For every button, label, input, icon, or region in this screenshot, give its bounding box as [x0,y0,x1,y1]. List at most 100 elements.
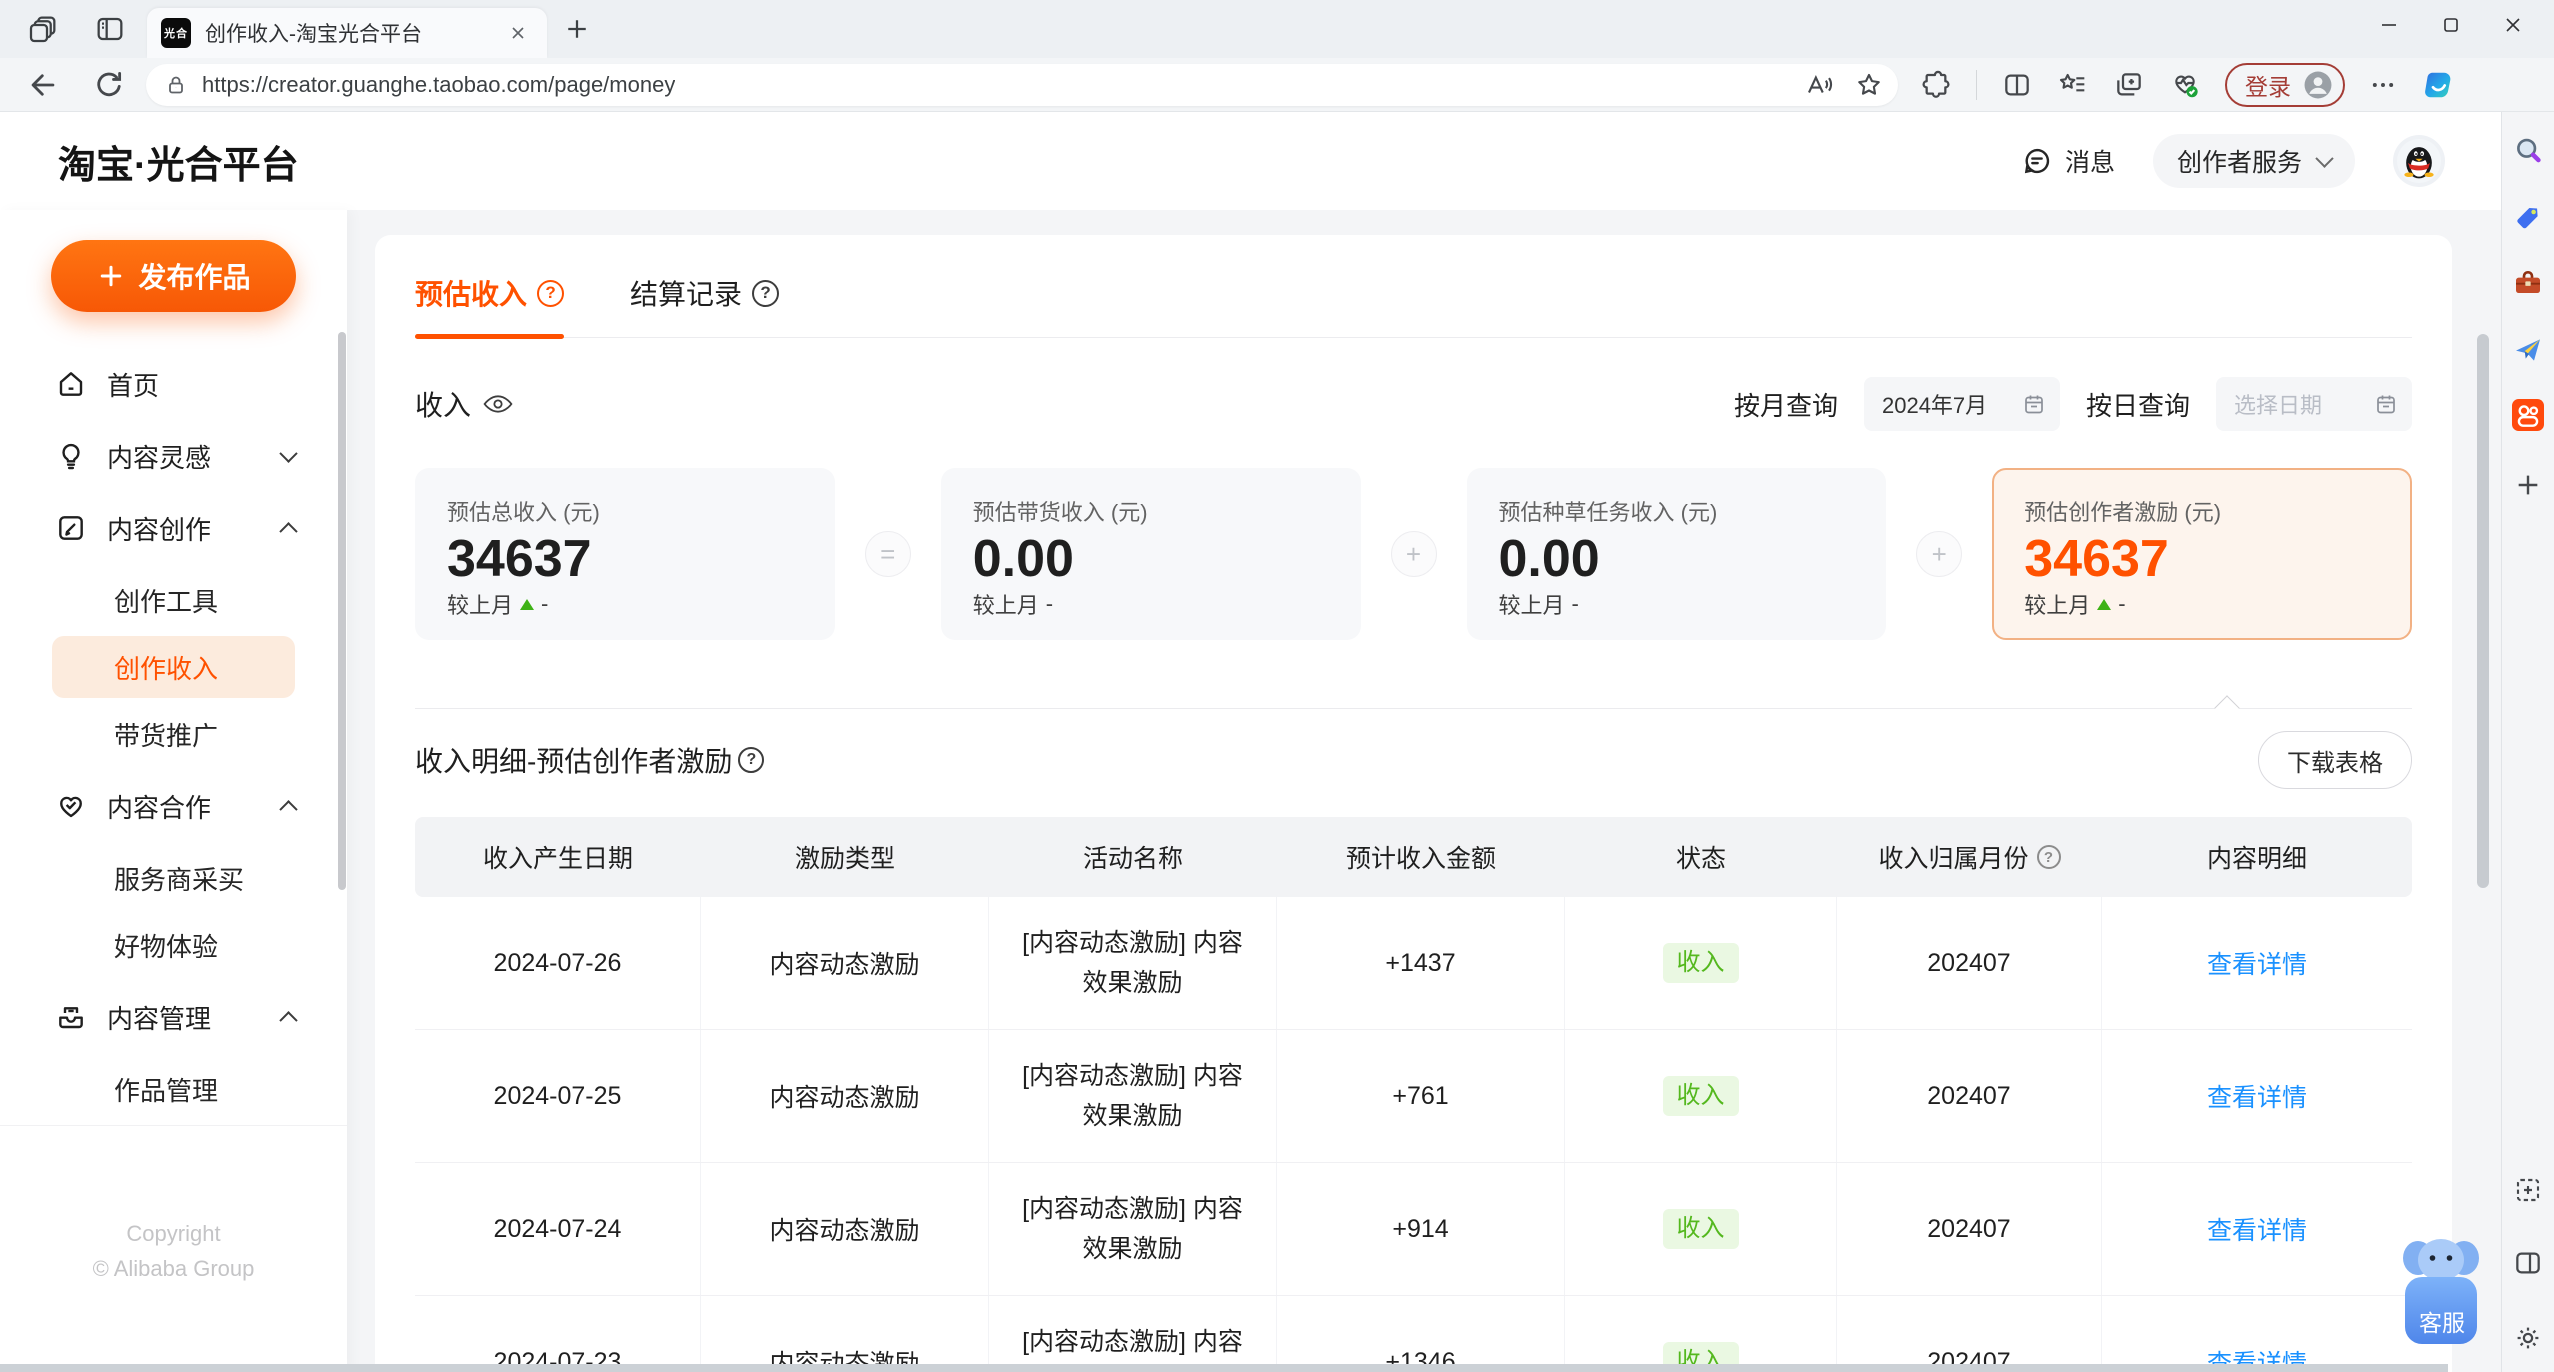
avatar[interactable] [2393,135,2445,187]
tab-actions-icon[interactable] [94,13,126,45]
query-month-label: 按月查询 [1733,390,1838,421]
maximize-button[interactable] [2420,0,2482,50]
month-picker-input[interactable]: 2024年7月 [1863,377,2060,431]
site-header: 淘宝·光合平台 消息 创作者服务 [0,112,2501,210]
card-creator-incentive[interactable]: 预估创作者激励 (元) 34637 较上月 - [1992,468,2412,640]
view-details-link[interactable]: 查看详情 [2207,1211,2307,1247]
sidebar-item-creation[interactable]: 内容创作 [0,492,347,564]
download-table-button[interactable]: 下载表格 [2258,731,2412,789]
publish-work-button[interactable]: 发布作品 [51,240,296,312]
view-details-link[interactable]: 查看详情 [2207,945,2307,981]
home-icon [59,372,83,396]
back-icon[interactable] [26,68,60,102]
sidebar-item-label: 作品管理 [114,1075,219,1106]
sidebar-item-service-purchase[interactable]: 服务商采买 [52,847,295,909]
cell-type: 内容动态激励 [701,897,989,1029]
card-task-income[interactable]: 预估种草任务收入 (元) 0.00 较上月 - [1466,468,1887,640]
tab-estimated-income[interactable]: 预估收入 ? [415,273,565,339]
browser-essentials-icon[interactable] [2169,69,2201,101]
cell-amount: +914 [1277,1163,1565,1295]
date-picker-placeholder: 选择日期 [2234,393,2323,418]
split-screen-icon[interactable] [2001,69,2033,101]
browser-window: 光合 创作收入-淘宝光合平台 https://creator.guanghe.t… [0,0,2554,1372]
edit-icon [59,516,83,540]
publish-work-label: 发布作品 [138,262,251,293]
toolbar-extensions-area: 登录 [1920,62,2457,107]
messages-button[interactable]: 消息 [2021,143,2115,179]
tray-icon [59,1007,83,1029]
sidebar-item-home[interactable]: 首页 [0,348,347,420]
sidebar-item-label: 内容创作 [107,514,212,545]
sidebar-scrollbar[interactable] [338,332,346,890]
sidebar-item-cooperation[interactable]: 内容合作 [0,770,347,842]
sidebar-item-promotion[interactable]: 带货推广 [52,703,295,765]
copilot-icon[interactable] [2421,67,2457,103]
paper-plane-icon[interactable] [2512,334,2544,366]
view-details-link[interactable]: 查看详情 [2207,1078,2307,1114]
cell-activity: [内容动态激励] 内容效果激励 [989,897,1277,1029]
help-icon[interactable]: ? [752,279,780,307]
login-button[interactable]: 登录 [2225,62,2345,107]
sidebar-item-creation-income[interactable]: 创作收入 [52,636,295,698]
shopping-tag-icon[interactable] [2512,202,2544,234]
sidebar-item-content-management[interactable]: 内容管理 [0,981,347,1053]
sidebar-item-creation-tools[interactable]: 创作工具 [52,569,295,631]
sidebar-item-product-trial[interactable]: 好物体验 [52,914,295,976]
help-icon[interactable]: ? [2036,845,2061,869]
read-aloud-icon[interactable] [1804,70,1834,100]
lock-icon[interactable] [164,73,188,97]
url-text: https://creator.guanghe.taobao.com/page/… [202,71,676,97]
refresh-icon[interactable] [92,68,126,102]
add-sidebar-item-icon[interactable] [2512,469,2544,501]
screenshot-icon[interactable] [2512,1174,2544,1206]
calendar-icon [2025,395,2043,414]
section-title-text: 收入明细-预估创作者激励 [415,746,733,777]
cell-status: 收入 [1565,1163,1837,1295]
tab-settlement-records[interactable]: 结算记录 ? [630,273,780,337]
favorites-bar-icon[interactable] [2057,69,2089,101]
date-picker-input[interactable]: 选择日期 [2216,377,2412,431]
gear-icon[interactable] [2512,1322,2544,1354]
table-row: 2024-07-24 内容动态激励 [内容动态激励] 内容效果激励 +914 收… [415,1163,2412,1296]
kuaishou-icon[interactable] [2512,399,2544,431]
site-logo[interactable]: 淘宝·光合平台 [58,134,299,189]
tab-activity-icon[interactable] [27,13,59,45]
compare-value: - [1571,591,1579,617]
help-icon[interactable]: ? [738,747,765,773]
status-badge: 收入 [1662,1209,1739,1249]
compare-label: 较上月 [972,593,1039,619]
card-total-income[interactable]: 预估总收入 (元) 34637 较上月 - [415,468,835,640]
tab-close-icon[interactable] [503,18,533,48]
sidebar-panel-icon[interactable] [2512,1247,2544,1279]
customer-service-widget[interactable]: 客服 [2398,1232,2486,1354]
toolbox-icon[interactable] [2512,267,2544,299]
eye-icon[interactable] [483,393,513,415]
settings-more-icon[interactable] [2369,71,2397,99]
cell-action: 查看详情 [2102,1163,2412,1295]
creator-services-dropdown[interactable]: 创作者服务 [2152,134,2355,188]
sidebar-item-inspiration[interactable]: 内容灵感 [0,420,347,492]
favorite-star-icon[interactable] [1854,70,1884,100]
trend-up-icon [2097,598,2112,610]
new-tab-button[interactable] [562,14,592,44]
close-window-button[interactable] [2482,0,2544,50]
browser-tab-active[interactable]: 光合 创作收入-淘宝光合平台 [147,8,547,58]
cell-date: 2024-07-24 [415,1163,701,1295]
page-scrollbar[interactable] [2477,334,2489,888]
collections-icon[interactable] [2113,69,2145,101]
table-row: 2024-07-26 内容动态激励 [内容动态激励] 内容效果激励 +1437 … [415,897,2412,1030]
toolbar-separator [1976,69,1977,100]
sidebar-item-works-management[interactable]: 作品管理 [52,1058,295,1120]
card-compare: 较上月 - [447,588,803,620]
profile-icon [2304,71,2332,98]
sidebar-item-label: 创作收入 [114,653,219,684]
card-sales-income[interactable]: 预估带货收入 (元) 0.00 较上月 - [940,468,1361,640]
income-detail-table: 收入产生日期 激励类型 活动名称 预计收入金额 状态 收入归属月份 ? 内容明细… [415,817,2412,1372]
url-bar[interactable]: https://creator.guanghe.taobao.com/page/… [146,63,1898,106]
help-icon[interactable]: ? [537,279,565,307]
search-icon[interactable] [2512,135,2544,167]
extensions-icon[interactable] [1920,69,1952,101]
cell-status: 收入 [1565,1030,1837,1162]
minimize-button[interactable] [2358,0,2420,50]
copyright-line2: © Alibaba Group [92,1256,255,1281]
